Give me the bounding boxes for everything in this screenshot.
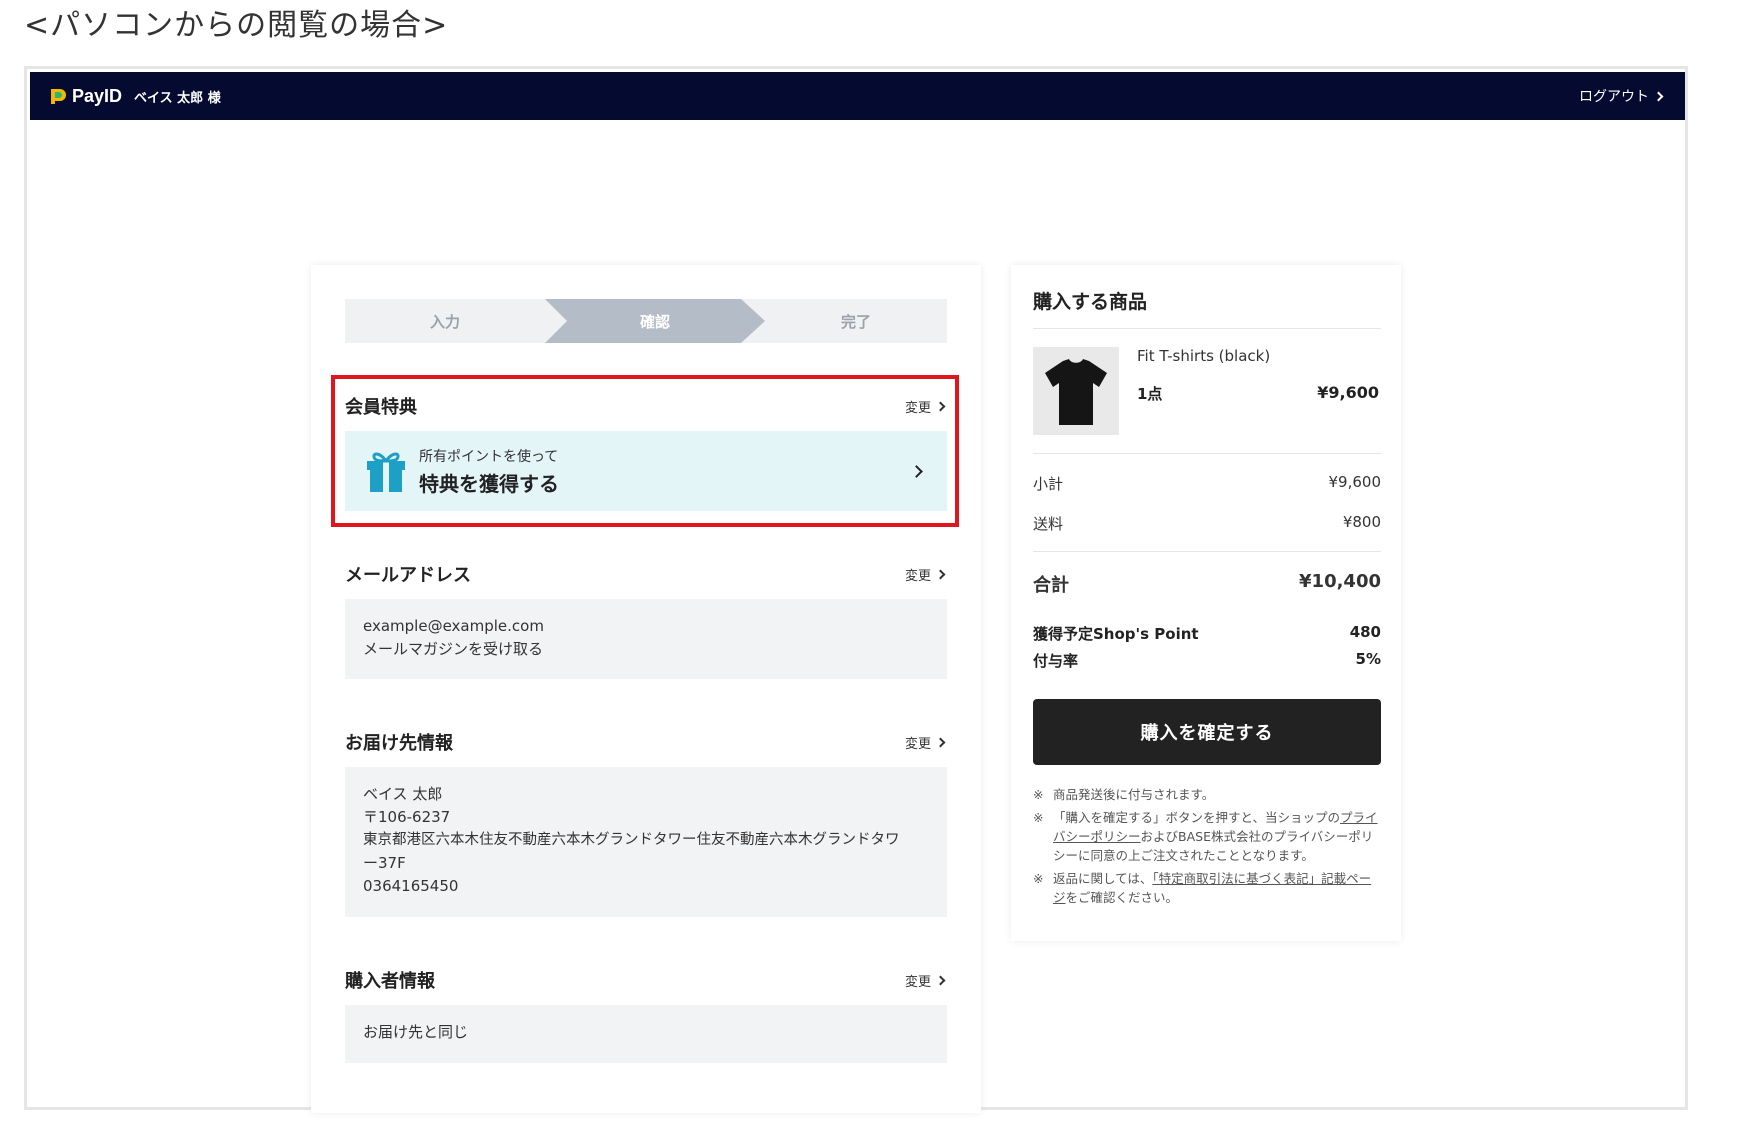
note-text: 商品発送後に付与されます。 <box>1053 787 1215 802</box>
checkout-form-card: 入力 確認 完了 会員特典 変更 所有ポイントを使って 特典を獲得する メールア… <box>311 265 981 1113</box>
buyer-header: 購入者情報 変更 <box>345 967 947 993</box>
change-label: 変更 <box>904 974 931 990</box>
email-info-box: example@example.com メールマガジンを受け取る <box>345 599 947 679</box>
shipping-fee-label: 送料 <box>1033 515 1064 533</box>
note-mark: ※ <box>1033 810 1044 825</box>
logout-label: ログアウト <box>1579 89 1649 105</box>
note-text-pre: 返品に関しては、 <box>1053 871 1153 886</box>
shipping-header: お届け先情報 変更 <box>345 729 947 755</box>
benefit-maintext: 特典を獲得する <box>419 471 559 496</box>
shipping-name: ベイス 太郎 <box>363 785 443 803</box>
member-benefit-header: 会員特典 変更 <box>345 393 947 419</box>
divider <box>1033 551 1381 552</box>
confirm-purchase-button[interactable]: 購入を確定する <box>1033 699 1381 765</box>
payid-logo-icon <box>51 89 66 104</box>
logout-link[interactable]: ログアウト <box>1579 86 1665 106</box>
purchase-notes: ※ 商品発送後に付与されます。 ※ 「購入を確定する」ボタンを押すと、当ショップ… <box>1033 785 1381 911</box>
change-label: 変更 <box>904 568 931 584</box>
subtotal-row: 小計 ¥9,600 <box>1033 473 1381 494</box>
brand-name: PayID <box>72 85 123 106</box>
note-item: ※ 商品発送後に付与されます。 <box>1033 785 1381 804</box>
note-text: 「購入を確定する」ボタンを押すと、当ショップのプライバシーポリシーおよびBASE… <box>1053 808 1381 865</box>
total-label: 合計 <box>1033 575 1069 596</box>
product-image <box>1033 347 1119 435</box>
change-label: 変更 <box>904 736 931 752</box>
shipping-fee-row: 送料 ¥800 <box>1033 513 1381 534</box>
top-header: PayID ベイス 太郎 様 ログアウト <box>30 72 1685 120</box>
divider <box>1033 453 1381 454</box>
note-item: ※ 返品に関しては、「特定商取引法に基づく表記」記載ページをご確認ください。 <box>1033 869 1381 907</box>
points-row: 獲得予定Shop's Point 480 <box>1033 623 1381 644</box>
shipping-postal: 〒106-6237 <box>363 808 451 826</box>
step-input: 入力 <box>429 312 460 331</box>
buyer-value: お届け先と同じ <box>363 1023 469 1041</box>
email-header: メールアドレス 変更 <box>345 561 947 587</box>
tshirt-icon <box>1045 359 1107 425</box>
browser-frame: PayID ベイス 太郎 様 ログアウト 入力 確認 完了 会員特典 変更 所有… <box>24 66 1688 1113</box>
page-caption: <パソコンからの閲覧の場合> <box>24 8 449 43</box>
shipping-fee-value: ¥800 <box>1342 513 1381 531</box>
divider <box>1033 328 1381 329</box>
shipping-phone: 0364165450 <box>363 877 459 895</box>
product-price: ¥9,600 <box>1317 383 1379 402</box>
shipping-info-box: ベイス 太郎 〒106-6237 東京都港区六本木住友不動産六本木グランドタワー… <box>345 767 947 917</box>
subtotal-value: ¥9,600 <box>1328 473 1382 491</box>
chevron-right-icon <box>935 737 946 747</box>
member-benefit-title: 会員特典 <box>345 397 417 418</box>
email-title: メールアドレス <box>345 565 471 586</box>
brand: PayID ベイス 太郎 様 <box>48 86 221 107</box>
user-name: ベイス 太郎 様 <box>134 90 221 106</box>
step-complete: 完了 <box>840 312 871 331</box>
note-text: 返品に関しては、「特定商取引法に基づく表記」記載ページをご確認ください。 <box>1053 869 1381 907</box>
note-mark: ※ <box>1033 871 1044 886</box>
points-value: 480 <box>1349 623 1381 641</box>
change-label: 変更 <box>904 400 931 416</box>
chevron-right-icon <box>1653 91 1664 101</box>
benefit-text: 所有ポイントを使って 特典を獲得する <box>419 446 559 497</box>
shipping-address-line1: 東京都港区六本木住友不動産六本木グランドタワー住友不動産六本木グランドタワ <box>363 832 900 848</box>
buyer-title: 購入者情報 <box>345 971 435 992</box>
rate-row: 付与率 5% <box>1033 650 1381 671</box>
buyer-info-box: お届け先と同じ <box>345 1005 947 1063</box>
progress-stepper: 入力 確認 完了 <box>345 299 947 343</box>
note-text-post: をご確認ください。 <box>1065 890 1179 905</box>
chevron-right-icon <box>935 975 946 985</box>
total-value: ¥10,400 <box>1299 571 1381 592</box>
newsletter-status: メールマガジンを受け取る <box>363 640 544 658</box>
chevron-right-icon <box>935 569 946 579</box>
order-summary-card: 購入する商品 Fit T-shirts (black) 1点 ¥9,600 小計… <box>1011 265 1401 941</box>
email-change-link[interactable]: 変更 <box>905 565 947 584</box>
product-quantity: 1点 <box>1137 385 1163 403</box>
member-benefit-change-link[interactable]: 変更 <box>905 397 947 416</box>
shipping-address-line2: ー37F <box>363 854 406 872</box>
rate-value: 5% <box>1355 650 1381 668</box>
note-item: ※ 「購入を確定する」ボタンを押すと、当ショップのプライバシーポリシーおよびBA… <box>1033 808 1381 865</box>
product-name: Fit T-shirts (black) <box>1137 347 1271 365</box>
benefit-button[interactable]: 所有ポイントを使って 特典を獲得する <box>345 431 947 511</box>
order-title: 購入する商品 <box>1033 291 1148 313</box>
shipping-change-link[interactable]: 変更 <box>905 733 947 752</box>
points-label: 獲得予定Shop's Point <box>1033 625 1199 643</box>
rate-label: 付与率 <box>1033 652 1079 670</box>
subtotal-label: 小計 <box>1033 475 1064 493</box>
chevron-right-icon <box>935 401 946 411</box>
shipping-title: お届け先情報 <box>345 733 453 754</box>
email-address: example@example.com <box>363 617 544 635</box>
note-mark: ※ <box>1033 787 1044 802</box>
benefit-subtext: 所有ポイントを使って <box>419 448 559 465</box>
step-confirm: 確認 <box>639 312 670 331</box>
note-text-pre: 「購入を確定する」ボタンを押すと、当ショップの <box>1053 810 1341 825</box>
buyer-change-link[interactable]: 変更 <box>905 971 947 990</box>
chevron-right-icon <box>910 465 923 478</box>
gift-icon <box>367 452 405 492</box>
total-row: 合計 ¥10,400 <box>1033 571 1381 597</box>
